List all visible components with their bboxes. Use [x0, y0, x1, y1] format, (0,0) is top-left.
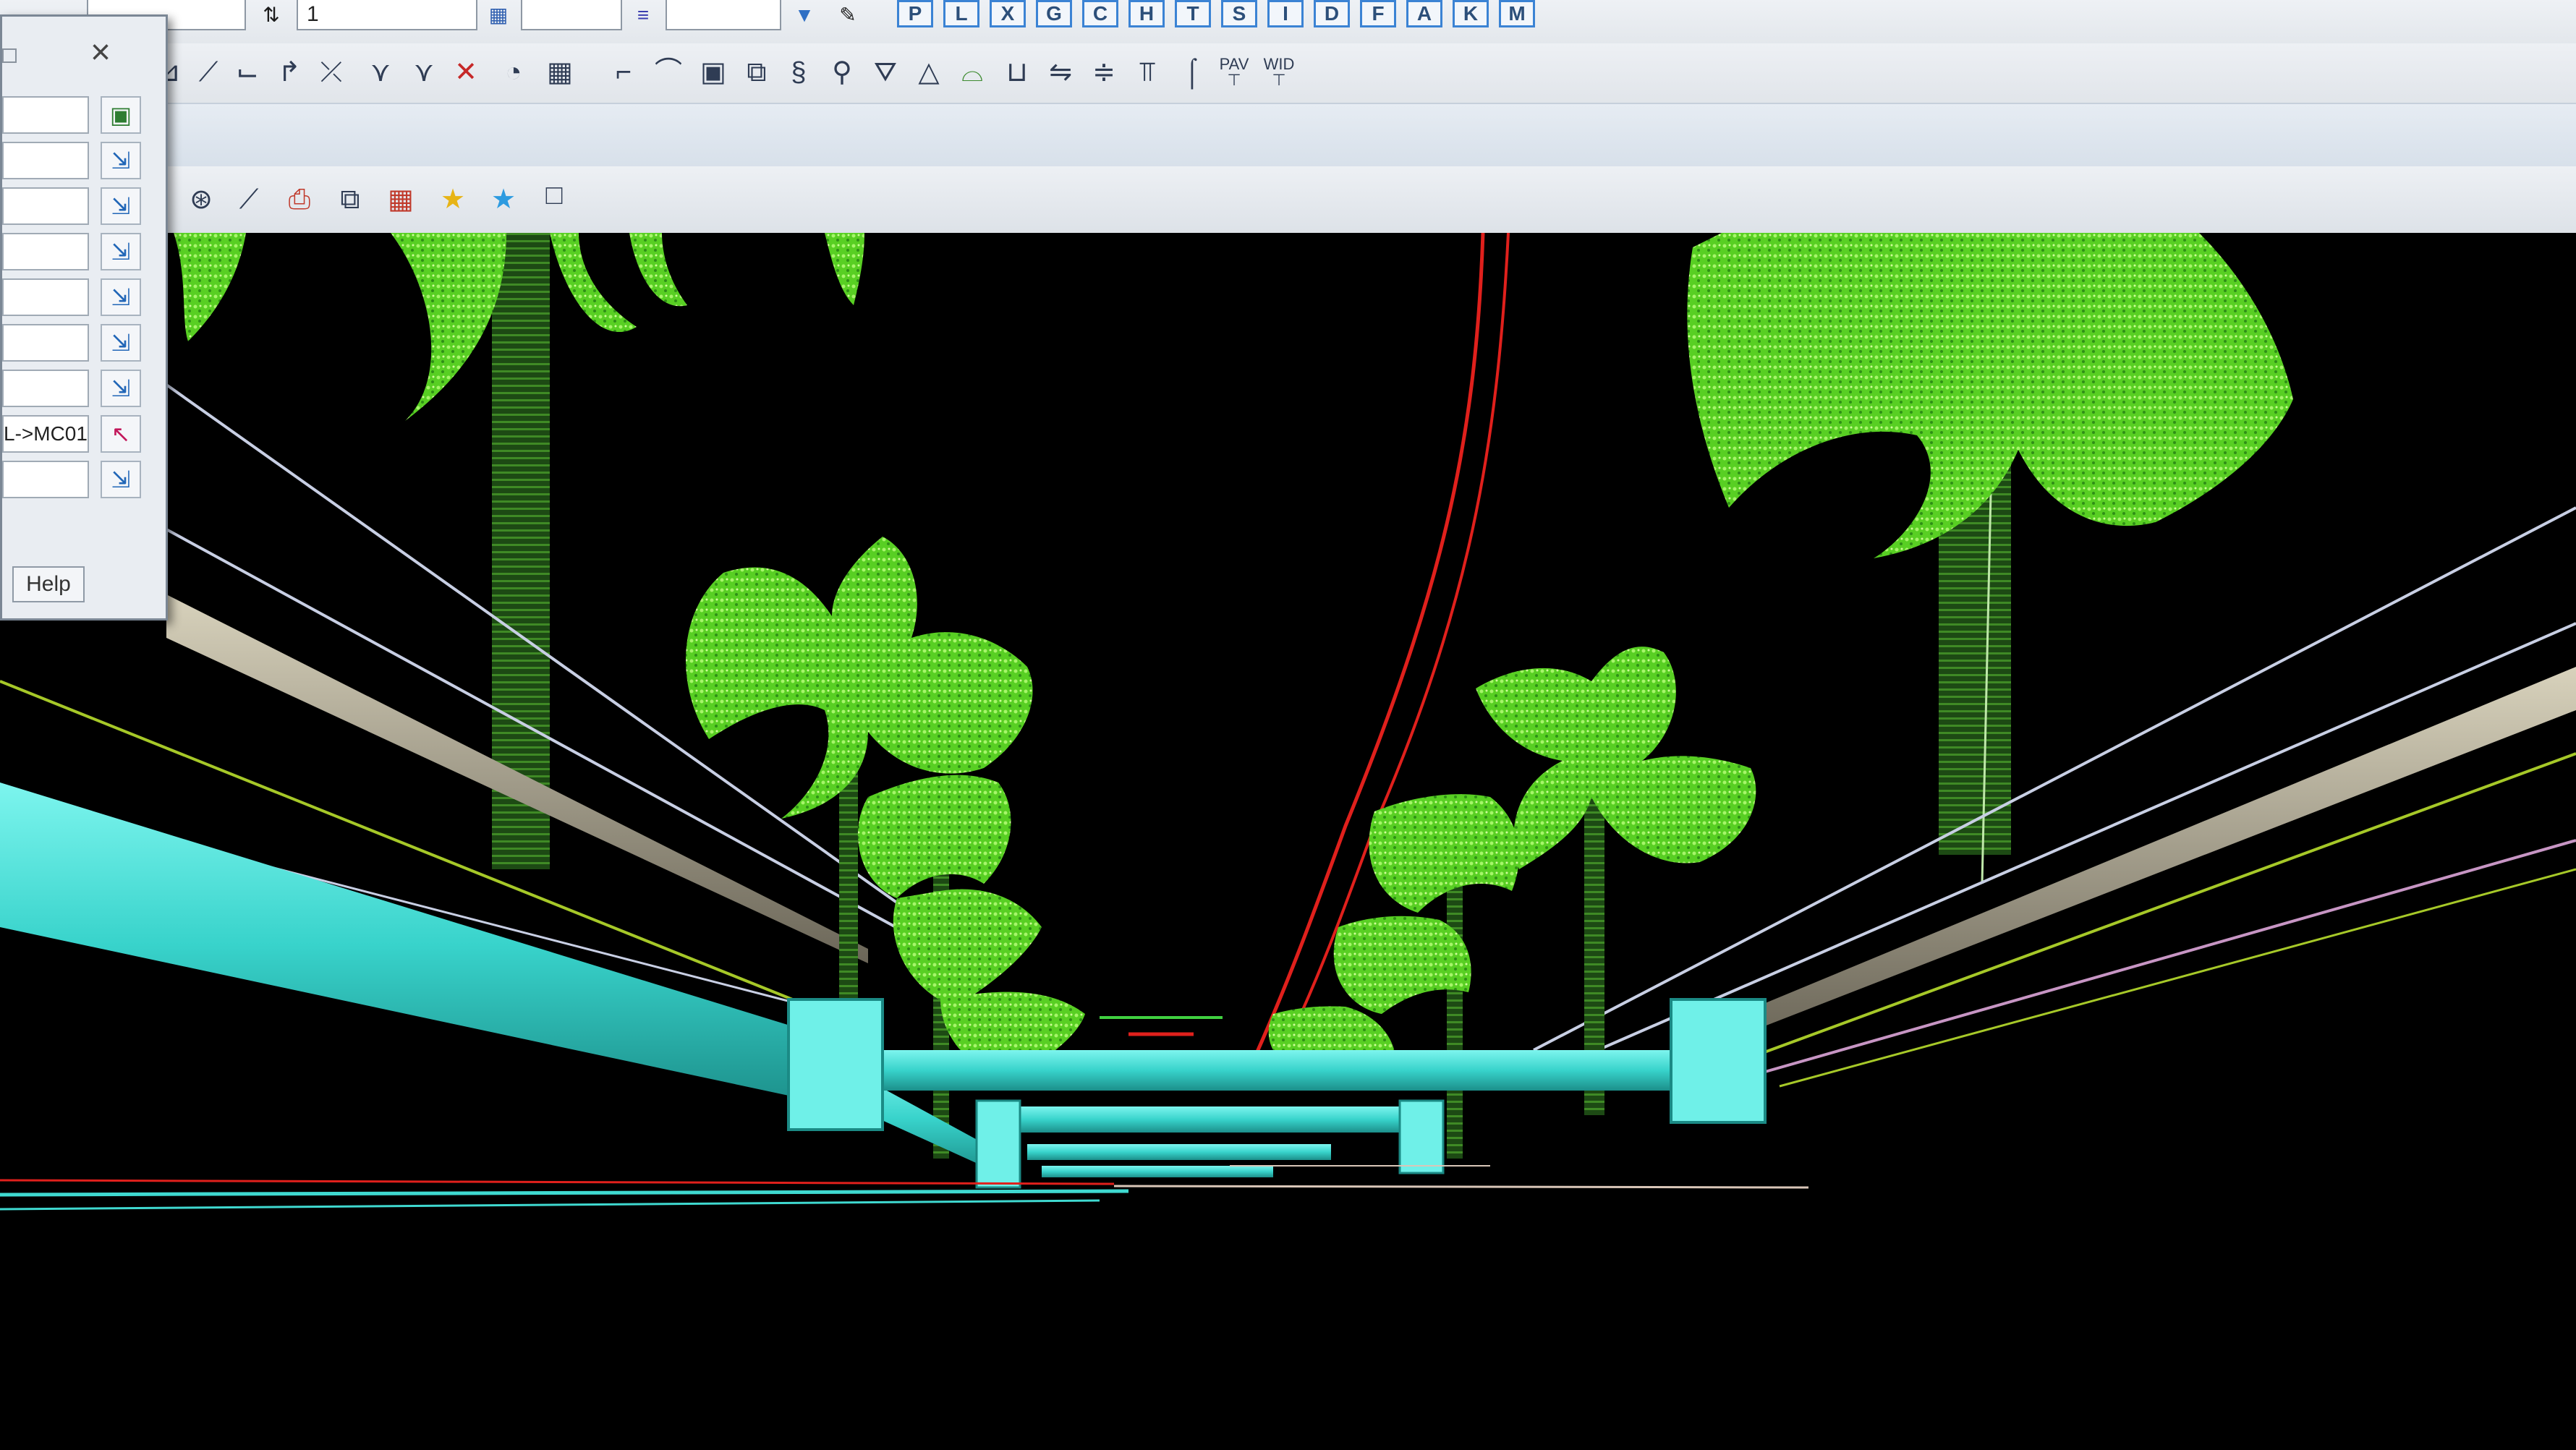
palm-tree-far-left [174, 233, 246, 341]
color-picker-icon[interactable]: ▦ [480, 3, 517, 29]
square-icon[interactable]: □ [535, 176, 573, 214]
letter-button-t[interactable]: T [1175, 0, 1211, 27]
weight-field[interactable] [521, 0, 622, 30]
pav-label: PAV [1219, 55, 1249, 73]
delete-icon[interactable]: ✕ [447, 54, 485, 91]
wid-tool[interactable]: WID ⊤ [1257, 56, 1301, 94]
wid-label: WID [1263, 55, 1295, 73]
star-blue-icon[interactable]: ★ [485, 181, 522, 218]
pick-icon[interactable]: ⇲ [101, 370, 141, 407]
print-icon[interactable]: ⎙ [281, 181, 318, 218]
tool-settings-palette: × ▣ ⇲ ⇲ ⇲ ⇲ ⇲ ⇲ L->MC01 ↖ ⇲ Help [0, 14, 168, 620]
attribute-toolbar: ⇅ 1 ▦ ≡ ▼ ✎ PLXGCHTSIDFAKM [0, 0, 2576, 43]
letter-button-s[interactable]: S [1221, 0, 1257, 27]
arrow-icon[interactable]: ↖ [101, 415, 141, 453]
curve-icon[interactable]: ⌒ [650, 54, 687, 91]
station-icon[interactable]: ⚲ [823, 54, 861, 91]
arc-icon[interactable]: ↱ [271, 54, 308, 91]
level-picker-icon[interactable]: ⇅ [255, 3, 288, 29]
pick-icon[interactable]: ⇲ [101, 461, 141, 498]
palette-field-8[interactable]: L->MC01 [2, 415, 89, 453]
line-join-icon[interactable]: ⟋ [190, 54, 227, 91]
letter-button-f[interactable]: F [1360, 0, 1396, 27]
channel-icon[interactable]: ⊔ [998, 54, 1036, 91]
palette-field-6[interactable] [2, 324, 89, 362]
palm-tree-mid-right-2 [1268, 794, 1519, 1159]
pick-icon[interactable]: ⇲ [101, 142, 141, 179]
letter-button-p[interactable]: P [897, 0, 933, 27]
letter-button-a[interactable]: A [1406, 0, 1442, 27]
line-weight-icon[interactable]: ≡ [625, 3, 661, 29]
3d-viewport[interactable] [0, 233, 2576, 1450]
style-field[interactable] [666, 0, 781, 30]
palette-field-5[interactable] [2, 278, 89, 316]
cross-section-icon[interactable]: ⫪ [1128, 54, 1166, 91]
pick-icon[interactable]: ⇲ [101, 278, 141, 316]
fit-view-icon[interactable]: ▦ [382, 181, 420, 218]
curb-icon[interactable]: ⌠ [1173, 54, 1211, 91]
letter-button-k[interactable]: K [1453, 0, 1489, 27]
letter-button-l[interactable]: L [943, 0, 979, 27]
polyline-icon[interactable]: ⌐ [605, 54, 642, 91]
walk-tool-icon[interactable]: ⟋ [230, 181, 268, 218]
color-field[interactable]: 1 [297, 0, 477, 30]
help-button[interactable]: Help [12, 566, 85, 602]
pick-icon[interactable]: ⇲ [101, 324, 141, 362]
star-icon[interactable]: ★ [434, 181, 472, 218]
view-tools-toolbar: ⦙ ⊛ ⟋ ⎙ ⧉ ▦ ★ ★ □ [0, 166, 2576, 233]
spiral-icon[interactable]: § [780, 54, 817, 91]
pick-icon[interactable]: ⇲ [101, 187, 141, 225]
dropdown-arrow-icon[interactable]: ▼ [787, 3, 822, 29]
letter-button-c[interactable]: C [1082, 0, 1118, 27]
pencil-icon[interactable]: ✎ [830, 3, 865, 29]
palette-field-7[interactable] [2, 370, 89, 407]
letter-button-i[interactable]: I [1267, 0, 1304, 27]
steering-wheel-icon[interactable]: ⊛ [182, 181, 220, 218]
split-icon[interactable]: ⋎ [405, 54, 443, 91]
centerline-markers [1100, 1016, 1223, 1036]
triangle-icon[interactable]: △ [910, 54, 948, 91]
swap-icon[interactable]: ⇋ [1042, 54, 1079, 91]
grid-view-icon[interactable]: ▦ [541, 54, 579, 91]
window-icon[interactable]: ⧉ [331, 181, 369, 218]
letter-button-d[interactable]: D [1314, 0, 1350, 27]
text-box-icon[interactable]: ▣ [694, 54, 732, 91]
restore-icon[interactable] [2, 48, 17, 63]
ground-lines [0, 1165, 1809, 1211]
palette-field-9[interactable] [2, 461, 89, 498]
close-icon[interactable]: × [82, 34, 119, 72]
palette-field-1[interactable] [2, 96, 89, 134]
toolbar-separator-strip [0, 103, 2576, 169]
palette-field-2[interactable] [2, 142, 89, 179]
pick-icon[interactable]: ⇲ [101, 233, 141, 270]
letter-button-m[interactable]: M [1499, 0, 1535, 27]
offset-icon[interactable]: ≑ [1085, 54, 1123, 91]
rotate-view-icon[interactable]: ◔ [495, 54, 532, 91]
letter-button-g[interactable]: G [1036, 0, 1072, 27]
palette-field-4[interactable] [2, 233, 89, 270]
extend-icon[interactable]: ⋎ [362, 54, 399, 91]
copy-icon[interactable]: ⧉ [738, 54, 775, 91]
drawing-tools-toolbar: ⊿ ⟋ ⌙ ↱ ⤫ ⋎ ⋎ ✕ ◔ ▦ ⌐ ⌒ ▣ ⧉ § ⚲ ⛛ △ ⌓ ⊔ … [0, 43, 2576, 103]
trim-icon[interactable]: ⤫ [313, 54, 350, 91]
pav-tool[interactable]: PAV ⊤ [1212, 56, 1256, 94]
letter-button-x[interactable]: X [990, 0, 1026, 27]
scene-canvas [0, 233, 2576, 1211]
ditch-icon[interactable]: ⌓ [953, 54, 991, 91]
layer-icon[interactable]: ⛛ [867, 54, 904, 91]
letter-button-h[interactable]: H [1128, 0, 1165, 27]
corner-icon[interactable]: ⌙ [229, 54, 266, 91]
monitor-icon[interactable]: ▣ [101, 96, 141, 134]
palette-field-3[interactable] [2, 187, 89, 225]
